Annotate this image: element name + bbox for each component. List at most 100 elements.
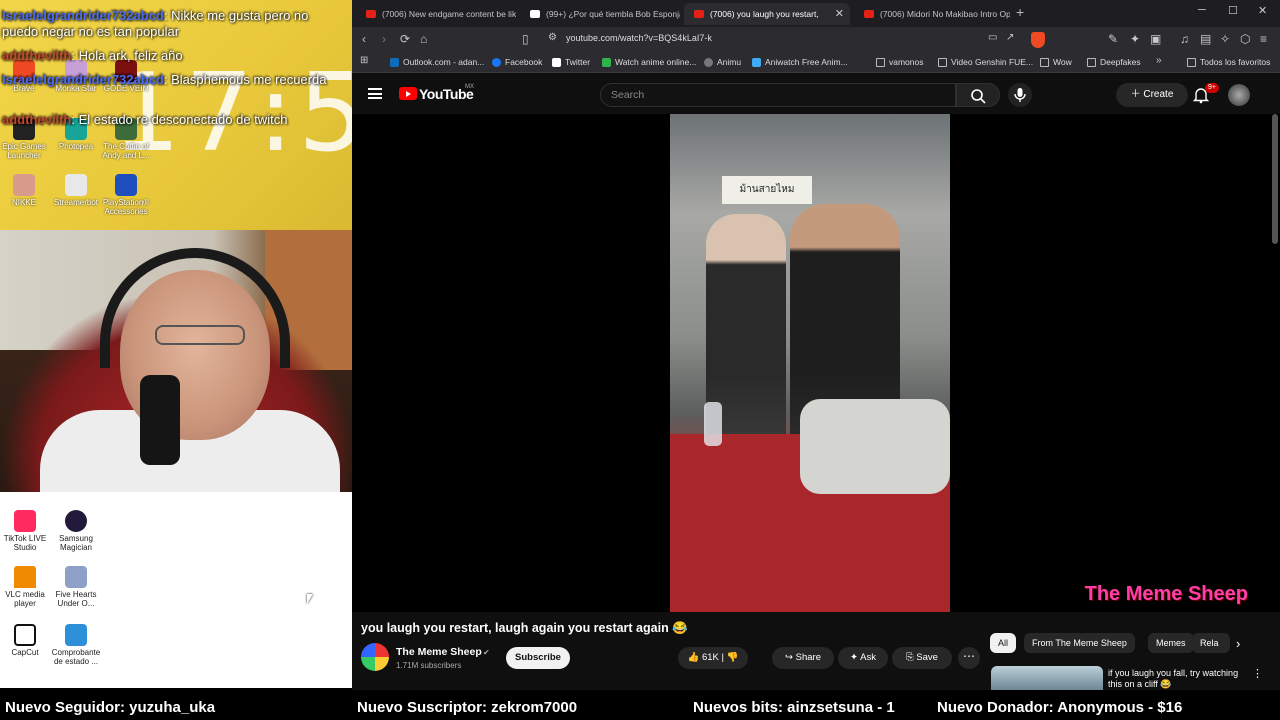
bookmark-folder-genshin[interactable]: Video Genshin FUE... (938, 57, 1033, 67)
back-icon[interactable]: ‹ (362, 32, 366, 46)
app-icon (65, 566, 87, 588)
page-scrollbar[interactable] (1272, 114, 1278, 244)
folder-icon (1187, 58, 1196, 67)
bookmark-outlook[interactable]: Outlook.com - adan... (390, 57, 484, 67)
verified-badge-icon: ✔ (483, 648, 490, 657)
voice-search-button[interactable] (1008, 83, 1032, 107)
like-button[interactable]: 👍 61K (688, 652, 719, 663)
chip-from-channel[interactable]: From The Meme Sheep (1024, 633, 1135, 653)
channel-avatar[interactable] (361, 643, 389, 671)
bookmark-icon[interactable]: ▯ (522, 32, 529, 46)
browser-tab[interactable]: (99+) ¿Por qué tiembla Bob Esponja? (520, 3, 680, 25)
search-icon (971, 89, 986, 104)
thumbs-down-icon: 👎 (726, 652, 739, 663)
more-bookmarks-icon[interactable]: » (1156, 55, 1162, 66)
desktop-icon-vlc[interactable]: VLC media player (0, 566, 51, 608)
bookmark-folder-all[interactable]: Todos los favoritos (1187, 57, 1270, 67)
ticker-donation: Nuevo Donador: Anonymous - $16 (937, 699, 1183, 716)
app-icon (65, 624, 87, 646)
brave-shields-icon[interactable] (1031, 32, 1045, 48)
bookmark-aniwatch[interactable]: Aniwatch Free Anim... (752, 57, 848, 67)
dislike-button[interactable]: | 👎 (722, 652, 739, 663)
bookmark-anime[interactable]: Watch anime online... (602, 57, 696, 67)
desktop-icon-five-hearts[interactable]: Five Hearts Under O... (50, 566, 102, 608)
account-avatar[interactable] (1228, 84, 1250, 106)
desktop-icon-label: TikTok LIVE Studio (3, 534, 47, 552)
create-button[interactable]: ＋ Create (1116, 83, 1188, 107)
share-page-icon[interactable]: ↗ (1006, 32, 1014, 43)
browser-tab[interactable]: (7006) New endgame content be like (356, 3, 516, 25)
extension-icon[interactable]: ✎ (1108, 32, 1118, 46)
desktop-icon-label: CapCut (11, 648, 39, 657)
browser-tab[interactable]: (7006) Midori No Makibao Intro Ope (854, 3, 1010, 25)
sidebar-icon[interactable]: ▣ (1150, 32, 1161, 46)
recommended-thumbnail[interactable] (991, 666, 1103, 690)
desktop-icon-playstation[interactable]: PlayStation® Accessories (100, 174, 152, 216)
close-tab-icon[interactable]: ✕ (835, 3, 844, 25)
url-text: youtube.com/watch?v=BQS4kLaI7-k (566, 33, 712, 43)
bookmark-facebook[interactable]: Facebook (492, 57, 542, 67)
bookmark-label: Deepfakes (1100, 57, 1141, 67)
screen: { "overlay": { "clock": "17:5", "chat": … (0, 0, 1280, 720)
chat-message: Israelelgrandrider732abcd: Nikke me gust… (2, 8, 309, 39)
anime-site-icon (602, 58, 611, 67)
samsung-magician-icon (65, 510, 87, 532)
video-frame[interactable]: ม้านสายไหม (670, 114, 950, 612)
search-button[interactable] (956, 83, 1000, 107)
close-window-icon[interactable]: ✕ (1258, 4, 1267, 17)
chip-related[interactable]: Rela (1192, 633, 1230, 653)
forward-icon[interactable]: › (382, 32, 386, 46)
bookmark-folder-vamonos[interactable]: vamonos (876, 57, 924, 67)
bookmark-folder-wow[interactable]: Wow (1040, 57, 1072, 67)
ask-button[interactable]: ✦ Ask (838, 647, 888, 669)
browser-tab-active[interactable]: (7006) you laugh you restart, ✕ (684, 3, 850, 25)
menu-icon[interactable]: ≡ (1260, 32, 1267, 46)
desktop-icon-capcut[interactable]: CapCut (0, 624, 51, 657)
chevron-right-icon[interactable]: › (1236, 636, 1240, 651)
install-icon[interactable]: ▭ (988, 32, 997, 43)
bookmark-folder-deepfakes[interactable]: Deepfakes (1087, 57, 1141, 67)
desktop-icon-tiktok-live[interactable]: TikTok LIVE Studio (0, 510, 51, 552)
subscriber-count: 1.71M subscribers (396, 661, 462, 670)
chip-memes[interactable]: Memes (1148, 633, 1194, 653)
like-count: 61K (701, 652, 719, 663)
wallet-icon[interactable]: ⬡ (1240, 32, 1250, 46)
create-label: Create (1143, 89, 1174, 100)
bookmark-animu[interactable]: Animu (704, 57, 741, 67)
media-icon[interactable]: ♫ (1180, 32, 1189, 46)
minimize-icon[interactable]: ─ (1198, 4, 1206, 16)
reload-icon[interactable]: ⟳ (400, 32, 410, 46)
home-icon[interactable]: ⌂ (420, 32, 427, 46)
desktop-icon-samsung-magician[interactable]: Samsung Magician (50, 510, 102, 552)
bookmark-label: Facebook (505, 57, 543, 67)
leo-icon[interactable]: ✧ (1220, 32, 1230, 46)
recommended-title[interactable]: if you laugh you fall, try watching this… (1108, 668, 1248, 690)
bookmark-label: vamonos (889, 57, 924, 67)
folder-icon (1040, 58, 1049, 67)
tab-search-icon[interactable]: ▤ (1200, 32, 1211, 46)
channel-name[interactable]: The Meme Sheep (396, 646, 482, 658)
new-tab-icon[interactable]: + (1016, 4, 1024, 20)
video-player[interactable]: ม้านสายไหม The Meme Sheep (352, 114, 1280, 612)
hamburger-menu-icon[interactable] (368, 88, 382, 99)
apps-icon[interactable]: ⊞ (360, 55, 368, 66)
youtube-logo-icon[interactable] (399, 87, 417, 100)
bookmark-twitter[interactable]: Twitter (552, 57, 590, 67)
search-input[interactable]: Search (600, 83, 956, 107)
extensions-icon[interactable]: ✦ (1130, 32, 1140, 46)
address-bar[interactable]: ⚙ youtube.com/watch?v=BQS4kLaI7-k ▭ ↗ (542, 30, 1042, 50)
tab-title: (7006) you laugh you restart, (710, 9, 819, 19)
aniwatch-icon (752, 58, 761, 67)
maximize-icon[interactable]: ☐ (1228, 4, 1238, 17)
save-button[interactable]: ⎘ Save (892, 647, 952, 669)
more-actions-icon[interactable]: ⋯ (958, 647, 980, 669)
site-info-icon[interactable]: ⚙ (548, 32, 557, 43)
recommended-menu-icon[interactable]: ⋮ (1252, 667, 1263, 680)
subscribe-button[interactable]: Subscribe (506, 647, 570, 669)
desktop-icon-comprobante[interactable]: Comprobante de estado ... (50, 624, 102, 666)
desktop-icon-streamerbot[interactable]: Streamerbot (50, 174, 102, 207)
share-button[interactable]: ↪ Share (772, 647, 834, 669)
chip-all[interactable]: All (990, 633, 1017, 653)
desktop-icon-nikke[interactable]: NIKKE (0, 174, 50, 207)
microphone-icon (1014, 88, 1026, 102)
